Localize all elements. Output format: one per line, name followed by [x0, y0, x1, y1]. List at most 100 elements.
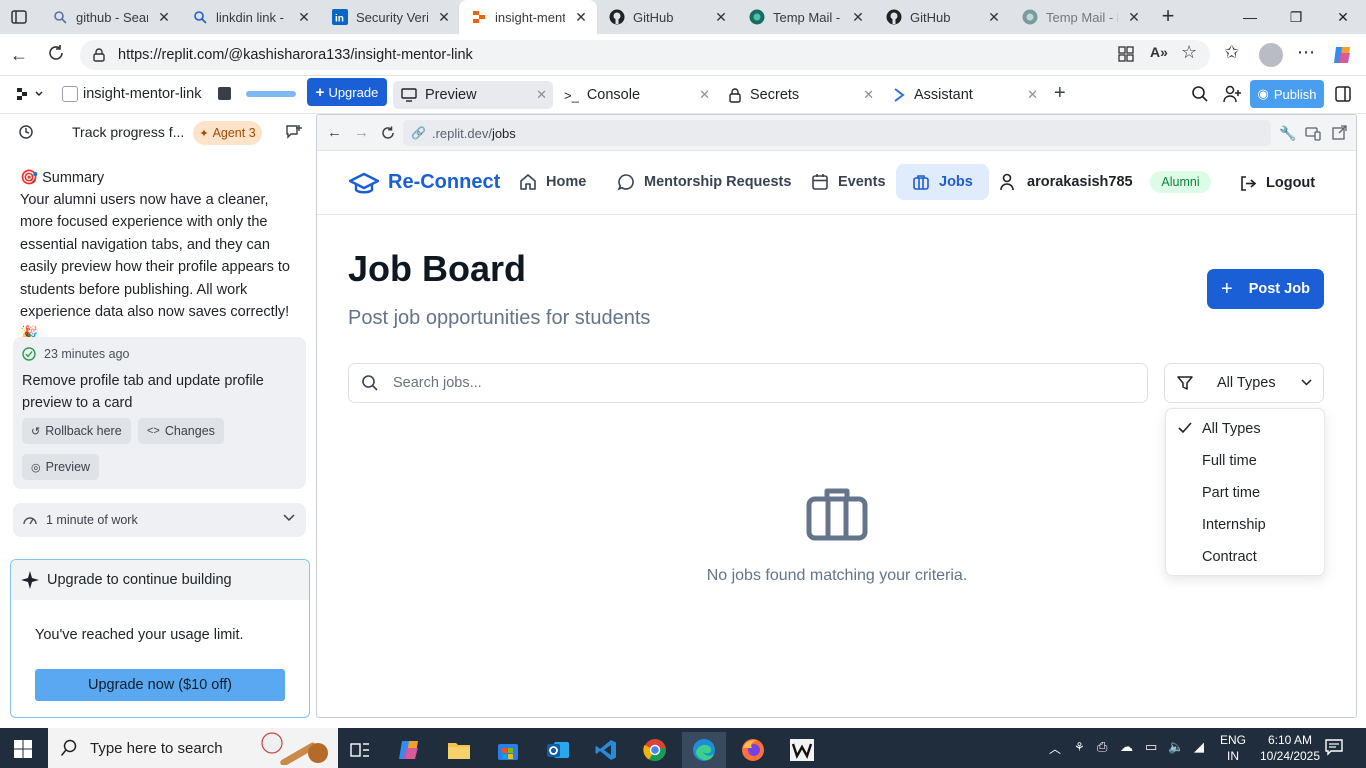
app-available-icon[interactable] [1117, 45, 1135, 63]
minimize-button[interactable]: — [1227, 0, 1273, 34]
replit-menu-icon[interactable] [16, 87, 44, 101]
file-explorer-icon[interactable] [437, 732, 481, 768]
tab-secrets[interactable]: Secrets ✕ [720, 81, 880, 109]
battery-icon[interactable]: ▭ [1145, 739, 1157, 755]
close-icon[interactable]: ✕ [699, 87, 710, 103]
upgrade-now-button[interactable]: Upgrade now ($10 off) [35, 669, 285, 701]
nav-events[interactable]: Events [807, 164, 890, 200]
project-name[interactable]: insight-mentor-link [83, 86, 201, 102]
checkpoint-preview-button[interactable]: ◎ Preview [22, 454, 100, 480]
add-tab-button[interactable]: + [1054, 82, 1066, 105]
browser-tab[interactable]: github - Search ✕ [40, 0, 180, 34]
browser-tab[interactable]: GitHub ✕ [874, 0, 1010, 34]
option-all-types[interactable]: All Types [1166, 413, 1324, 445]
option-full-time[interactable]: Full time [1166, 445, 1324, 477]
search-icon[interactable] [1191, 85, 1209, 103]
rollback-button[interactable]: ↺ Rollback here [22, 418, 131, 444]
panel-toggle-icon[interactable] [1335, 86, 1351, 102]
upgrade-button[interactable]: + Upgrade [307, 78, 387, 106]
history-icon[interactable] [18, 124, 34, 140]
address-bar[interactable]: https://replit.com/@kashisharora133/insi… [80, 40, 1210, 70]
back-button[interactable]: ← [10, 45, 28, 66]
close-icon[interactable]: ✕ [1126, 9, 1142, 26]
close-icon[interactable]: ✕ [573, 9, 589, 26]
nav-home[interactable]: Home [515, 164, 590, 200]
nav-mentorship-requests[interactable]: Mentorship Requests [613, 164, 795, 200]
preview-back-button[interactable]: ← [327, 124, 342, 141]
new-chat-icon[interactable] [285, 123, 303, 141]
clock[interactable]: 6:10 AM 10/24/2025 [1256, 732, 1324, 764]
option-part-time[interactable]: Part time [1166, 477, 1324, 509]
close-window-button[interactable]: ✕ [1320, 0, 1366, 34]
stop-icon[interactable] [218, 87, 231, 100]
browser-tab[interactable]: linkdin link - Search ✕ [180, 0, 320, 34]
close-icon[interactable]: ✕ [1027, 87, 1038, 103]
reload-button[interactable] [46, 43, 66, 63]
language-indicator[interactable]: ENG IN [1218, 732, 1248, 764]
close-icon[interactable]: ✕ [296, 9, 312, 26]
browser-tab[interactable]: Temp Mail - Disposable ✕ [737, 0, 874, 34]
firefox-icon[interactable] [731, 732, 775, 768]
app-w-icon[interactable] [780, 732, 824, 768]
close-icon[interactable]: ✕ [436, 9, 452, 26]
nav-jobs[interactable]: Jobs [896, 164, 989, 200]
favorite-star-icon[interactable]: ☆ [1181, 42, 1197, 63]
option-contract[interactable]: Contract [1166, 541, 1324, 573]
task-view-icon[interactable] [338, 732, 382, 768]
wifi-icon[interactable]: ◢ [1194, 739, 1204, 755]
devtools-icon[interactable]: 🔧 [1279, 125, 1296, 142]
taskbar-search-box[interactable]: Type here to search [48, 728, 338, 768]
copilot-icon[interactable] [388, 732, 432, 768]
preview-url-bar[interactable]: 🔗 .replit.dev/jobs [403, 120, 1271, 146]
tab-actions-icon[interactable] [10, 8, 28, 26]
edge-icon[interactable] [682, 732, 726, 768]
more-menu-icon[interactable]: ⋯ [1297, 42, 1315, 63]
outlook-icon[interactable] [536, 732, 580, 768]
browser-tab[interactable]: GitHub ✕ [597, 0, 737, 34]
tab-console[interactable]: >_ Console ✕ [556, 81, 716, 109]
tray-app-icon[interactable]: ⚘ [1074, 740, 1085, 754]
preview-reload-button[interactable] [380, 125, 396, 141]
copilot-icon[interactable] [1331, 43, 1355, 67]
close-icon[interactable]: ✕ [713, 9, 729, 26]
new-tab-button[interactable]: + [1157, 5, 1179, 28]
vscode-icon[interactable] [584, 732, 628, 768]
volume-icon[interactable]: 🔈 [1168, 739, 1184, 755]
browser-tab[interactable]: Temp Mail - Disposable ✕ [1010, 0, 1150, 34]
publish-button[interactable]: ◉ Publish [1250, 80, 1324, 108]
chevron-up-icon[interactable]: ︿ [1049, 740, 1061, 757]
work-duration-row[interactable]: 1 minute of work [13, 503, 306, 537]
preview-forward-button[interactable]: → [354, 124, 369, 141]
tray-network-icon[interactable]: ☁ [1120, 739, 1133, 755]
post-job-button[interactable]: + Post Job [1207, 269, 1324, 309]
open-external-icon[interactable] [1332, 125, 1347, 140]
thread-title[interactable]: Track progress f... [72, 124, 184, 140]
browser-tab-active[interactable]: insight-mentor-link ✕ [459, 0, 597, 34]
profile-avatar[interactable] [1259, 43, 1283, 67]
tab-preview[interactable]: Preview ✕ [393, 81, 553, 109]
browser-tab[interactable]: in Security Verification ✕ [320, 0, 460, 34]
site-info-icon[interactable] [92, 48, 106, 62]
changes-button[interactable]: <> Changes [138, 418, 224, 444]
job-type-select[interactable]: All Types [1164, 363, 1324, 403]
logout-button[interactable]: Logout [1239, 171, 1315, 195]
brand-name[interactable]: Re-Connect [388, 171, 500, 194]
close-icon[interactable]: ✕ [850, 9, 866, 26]
tray-device-icon[interactable]: ⎙ [1097, 739, 1107, 755]
read-aloud-icon[interactable]: A» [1150, 44, 1168, 60]
close-icon[interactable]: ✕ [986, 9, 1002, 26]
close-icon[interactable]: ✕ [156, 9, 172, 26]
close-icon[interactable]: ✕ [863, 87, 874, 103]
notifications-icon[interactable] [1325, 738, 1343, 756]
windows-start-icon[interactable] [14, 740, 32, 758]
tab-assistant[interactable]: Assistant ✕ [884, 81, 1044, 109]
restore-button[interactable]: ❐ [1273, 0, 1319, 34]
chrome-icon[interactable] [633, 732, 677, 768]
device-icon[interactable] [1305, 125, 1321, 141]
job-search-input[interactable] [393, 375, 1093, 391]
close-icon[interactable]: ✕ [536, 87, 547, 103]
option-internship[interactable]: Internship [1166, 509, 1324, 541]
favorites-icon[interactable]: ✩ [1224, 42, 1239, 63]
invite-user-icon[interactable] [1222, 85, 1242, 103]
microsoft-store-icon[interactable] [486, 732, 530, 768]
